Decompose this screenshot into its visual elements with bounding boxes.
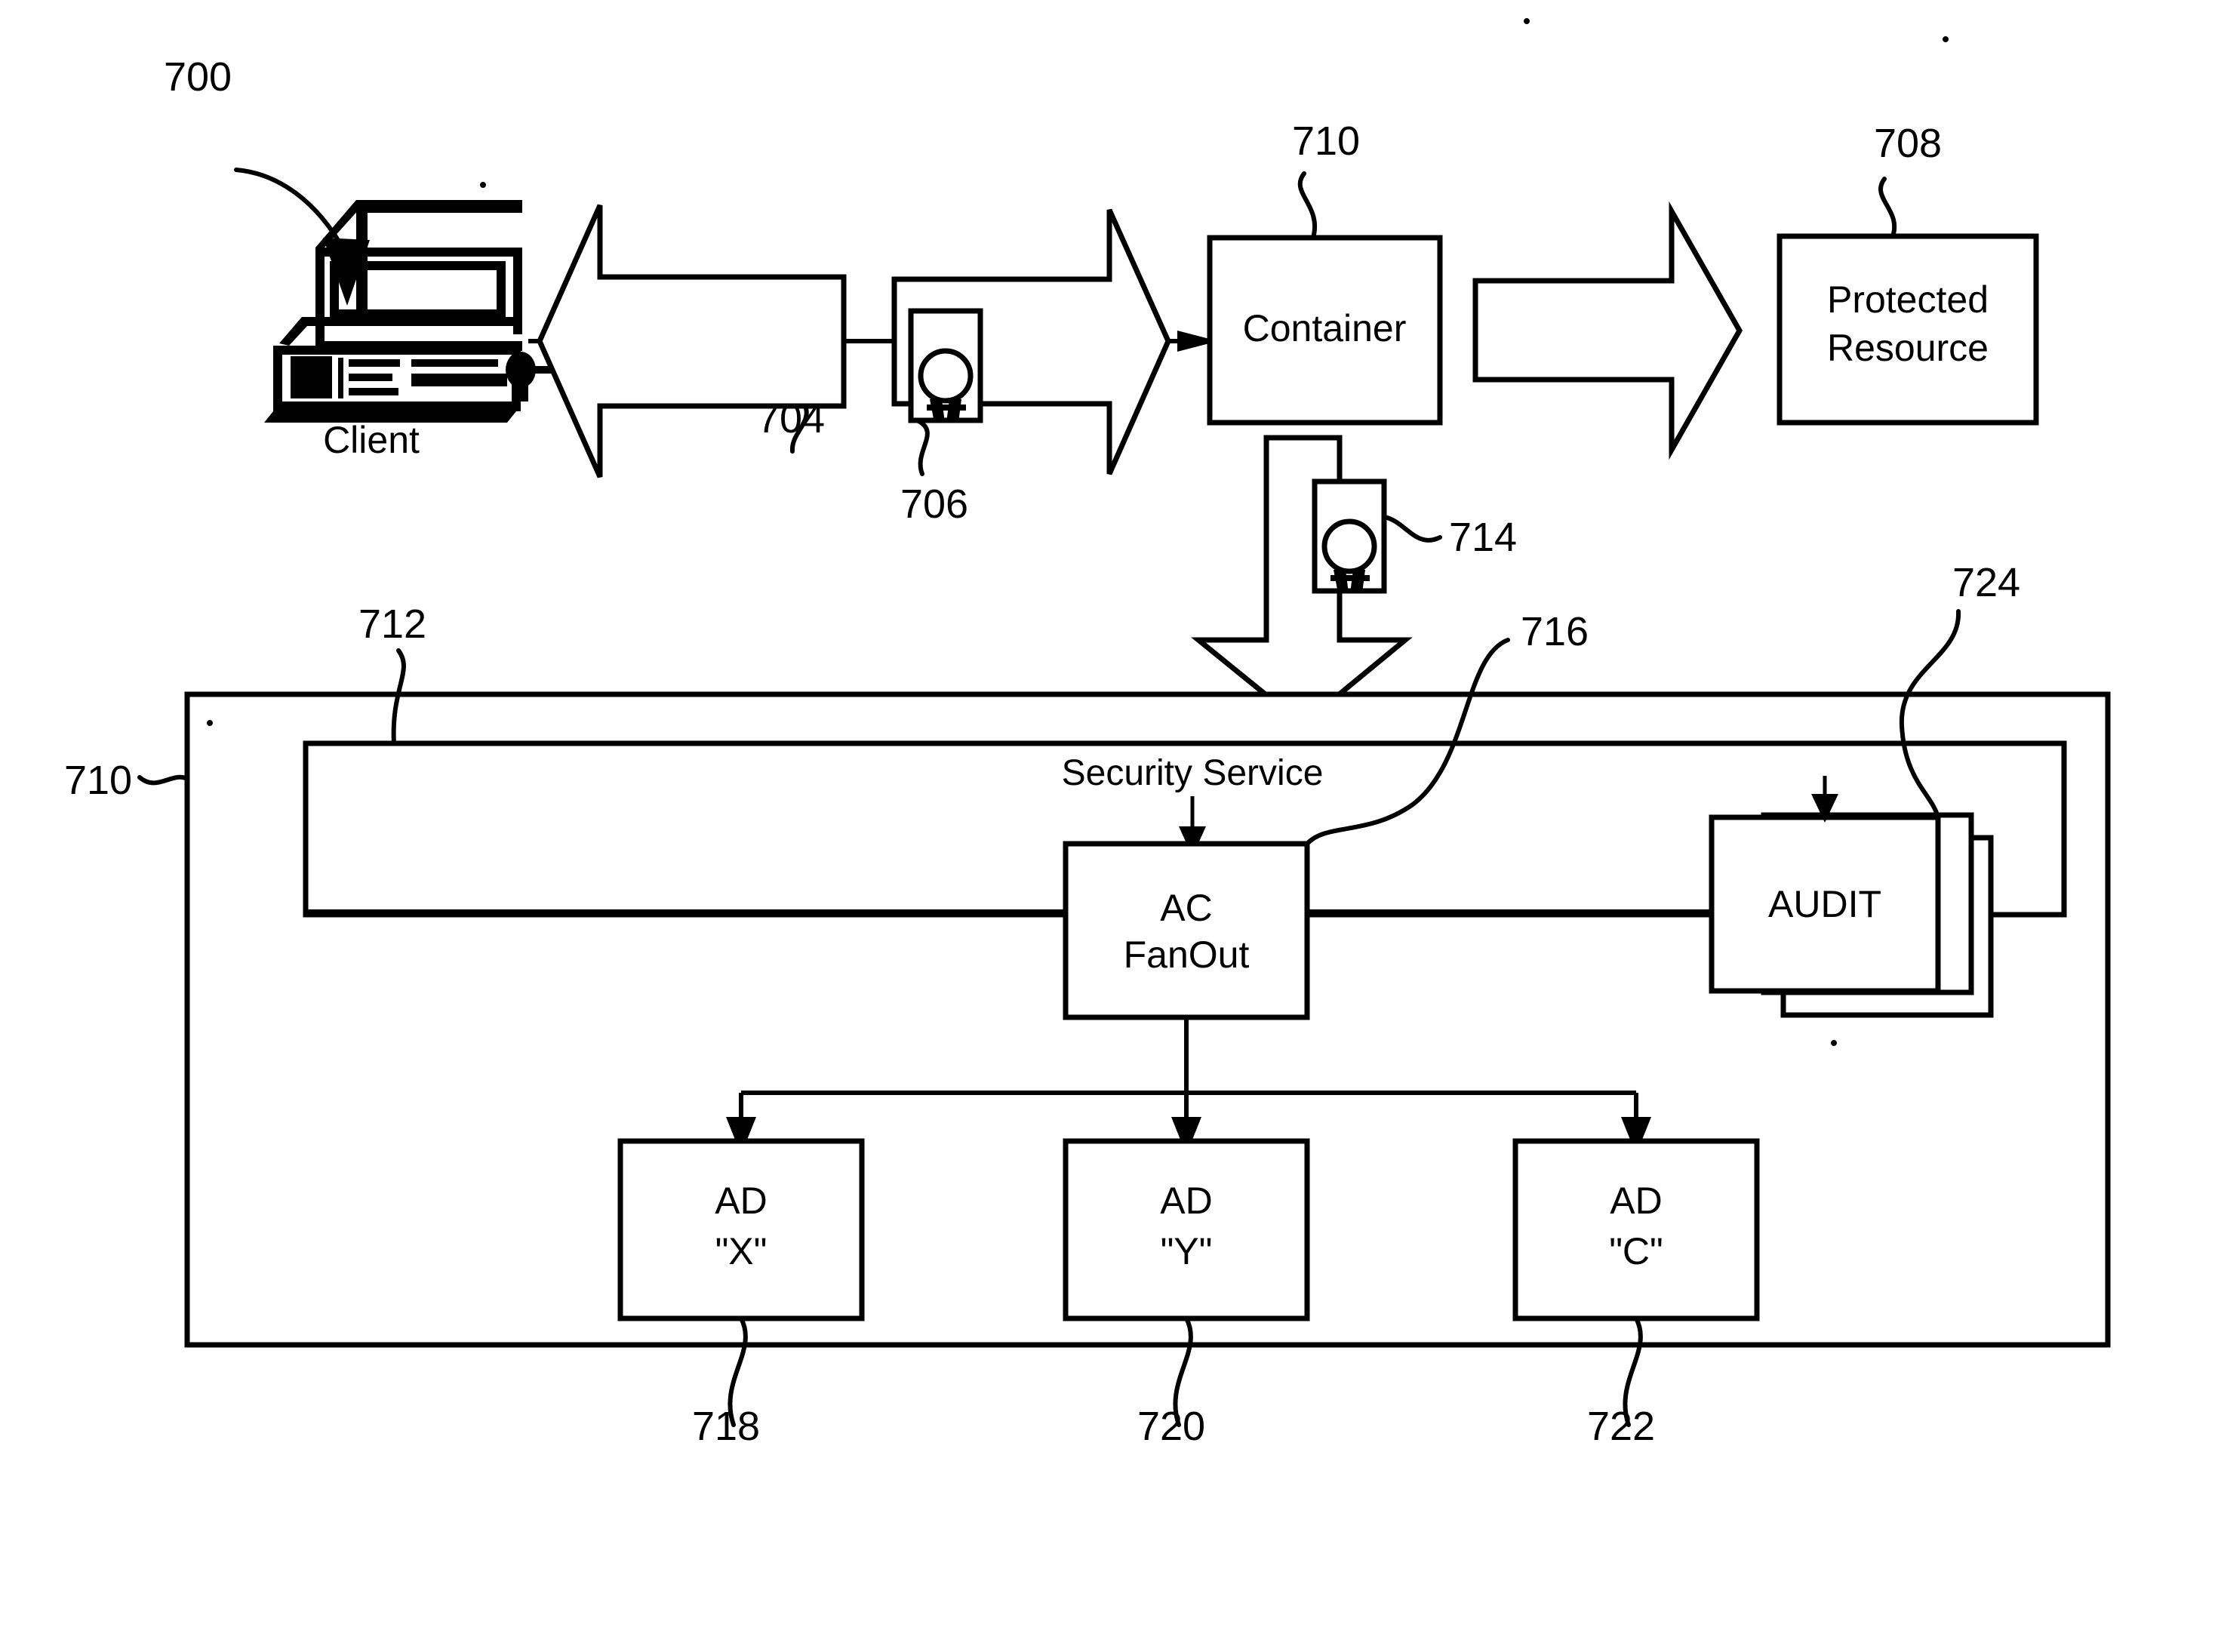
ref-numeral-706: 706 <box>900 481 968 527</box>
ref-numeral-724: 724 <box>1952 560 2020 605</box>
ac-fanout-box <box>1063 841 1310 1020</box>
container-label: Container <box>1243 307 1407 349</box>
block-arrow-right-resource-icon <box>1472 201 1743 460</box>
ref-numeral-718: 718 <box>692 1404 760 1449</box>
ref-numeral-714: 714 <box>1449 515 1517 560</box>
ad-c-label-line2: "C" <box>1609 1230 1663 1272</box>
ref-numeral-700: 700 <box>164 54 232 100</box>
leader-714 <box>1382 515 1442 543</box>
ref-numeral-720: 720 <box>1137 1404 1205 1449</box>
scan-artifact-dot-3 <box>480 182 486 188</box>
scan-artifact-dot-5 <box>1831 1040 1837 1046</box>
ad-c-label-line1: AD <box>1610 1180 1662 1222</box>
ad-y-label-line2: "Y" <box>1161 1230 1213 1272</box>
protected-resource-label-line2: Resource <box>1827 327 1989 369</box>
ac-fanout-label-line1: AC <box>1160 887 1212 929</box>
certificate-seal-icon-714 <box>1312 478 1387 594</box>
protected-resource-label-line1: Protected <box>1827 278 1989 321</box>
ad-x-label-line2: "X" <box>715 1230 768 1272</box>
scan-artifact-dot-2 <box>1943 36 1949 42</box>
ad-x-label-line1: AD <box>715 1180 767 1222</box>
security-service-label: Security Service <box>1062 753 1324 793</box>
ref-numeral-716: 716 <box>1521 609 1589 654</box>
scan-artifact-dot-1 <box>1524 18 1530 24</box>
client-label: Client <box>323 419 420 461</box>
ac-fanout-label-line2: FanOut <box>1124 934 1250 976</box>
ad-y-label-line1: AD <box>1160 1180 1212 1222</box>
ref-numeral-722: 722 <box>1587 1404 1655 1449</box>
desktop-computer-icon <box>264 200 562 423</box>
leader-706 <box>915 418 930 476</box>
leader-710-lower <box>137 774 189 786</box>
ref-numeral-710-lower: 710 <box>64 758 132 803</box>
ref-numeral-704: 704 <box>757 396 825 441</box>
audit-label: AUDIT <box>1768 883 1881 925</box>
leader-710-top <box>1297 171 1317 240</box>
figure-canvas: Client Container Protected Resource Secu… <box>64 18 2111 1449</box>
figure-number-700-group <box>234 168 370 306</box>
ref-numeral-708: 708 <box>1874 121 1942 166</box>
patent-figure-700: Client Container Protected Resource Secu… <box>0 0 2218 1652</box>
ref-numeral-712: 712 <box>358 601 426 647</box>
scan-artifact-dot-4 <box>207 720 213 726</box>
certificate-seal-icon-706 <box>908 308 983 423</box>
ref-numeral-710-top: 710 <box>1292 118 1360 164</box>
leader-708 <box>1878 177 1897 238</box>
